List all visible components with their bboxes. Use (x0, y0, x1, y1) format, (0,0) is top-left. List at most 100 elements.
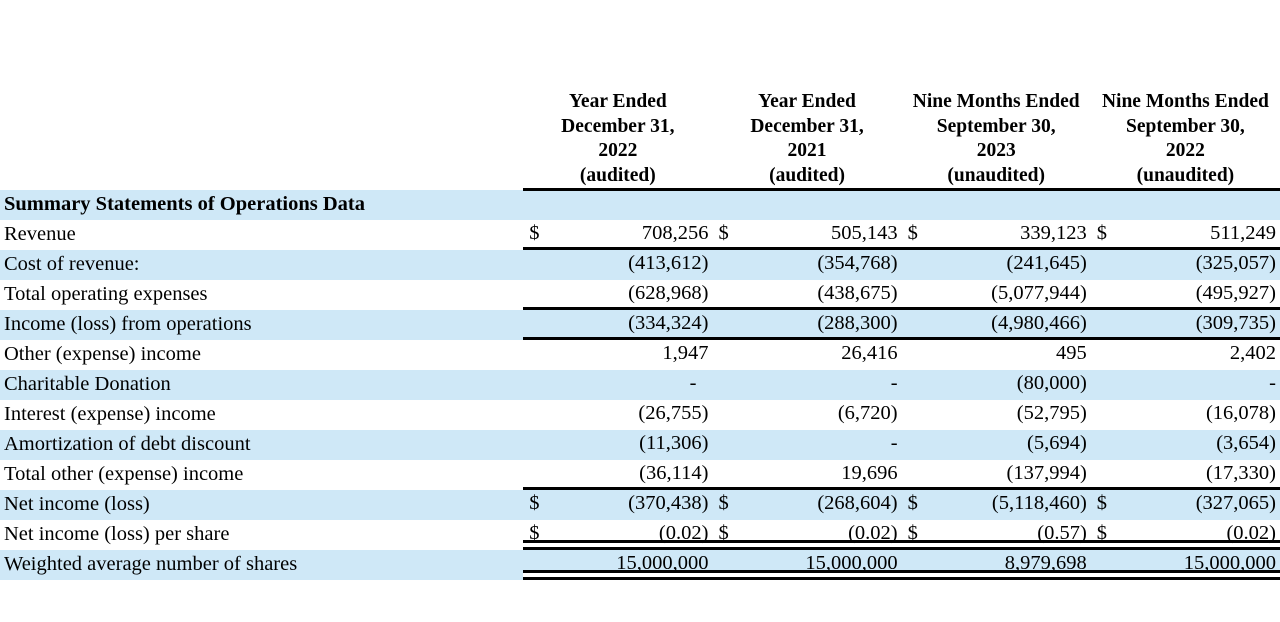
row-value: (370,438) (559, 489, 713, 520)
row-label: Charitable Donation (0, 369, 524, 400)
row-value: (26,755) (638, 402, 709, 424)
row-currency (712, 400, 748, 430)
row-value: (413,612) (559, 249, 713, 280)
row-currency (1090, 249, 1127, 280)
table-header: Year Ended December 31, 2022 (audited) Y… (0, 0, 1280, 191)
row-currency (712, 549, 749, 580)
row-value: (334,324) (559, 309, 713, 340)
row-value: (5,118,460) (937, 489, 1091, 520)
row-currency: $ (1091, 220, 1127, 250)
row-currency: $ (902, 520, 938, 550)
row-label: Cost of revenue: (0, 249, 524, 280)
row-currency (712, 340, 748, 370)
summary-operations-table: Year Ended December 31, 2022 (audited) Y… (0, 0, 1280, 580)
table-row: Income (loss) from operations (334,324) … (0, 309, 1280, 340)
section-spacer-val-3 (937, 189, 1091, 220)
row-label: Amortization of debt discount (0, 429, 524, 460)
row-value: 1,947 (662, 342, 709, 364)
row-value: (309,735) (1127, 309, 1280, 340)
row-currency (523, 460, 559, 490)
column-header-4: Nine Months Ended September 30, 2022 (un… (1090, 0, 1280, 191)
row-value: 339,123 (938, 220, 1091, 250)
row-currency (901, 369, 938, 400)
row-value: (241,645) (937, 249, 1091, 280)
row-currency (901, 429, 938, 460)
row-label: Net income (loss) (0, 489, 524, 520)
section-spacer-cur-4 (1090, 189, 1127, 220)
row-currency: $ (712, 520, 748, 550)
row-value: 495 (1056, 342, 1087, 364)
row-currency (523, 340, 559, 370)
row-value: (354,768) (748, 249, 902, 280)
row-currency (1090, 549, 1127, 580)
row-value: (268,604) (748, 489, 902, 520)
row-currency (523, 280, 559, 310)
row-value: 26,416 (841, 342, 898, 364)
row-label: Net income (loss) per share (4, 522, 230, 545)
row-currency (1091, 400, 1127, 430)
row-currency (523, 429, 560, 460)
table-row: Charitable Donation - - (80,000) - (0, 369, 1280, 400)
row-currency (901, 249, 938, 280)
row-value: 708,256 (559, 220, 712, 250)
row-value: 15,000,000 (1127, 549, 1280, 580)
row-currency (712, 460, 748, 490)
row-value: (495,927) (1127, 280, 1280, 310)
row-value: (36,114) (559, 460, 712, 490)
row-value: (0.02) (559, 520, 712, 550)
row-label: Income (loss) from operations (0, 309, 524, 340)
row-currency (523, 249, 560, 280)
row-currency (712, 280, 748, 310)
row-currency (901, 549, 938, 580)
row-value: 511,249 (1127, 220, 1280, 250)
column-header-1: Year Ended December 31, 2022 (audited) (523, 0, 713, 191)
row-currency: $ (902, 220, 938, 250)
section-title: Summary Statements of Operations Data (0, 189, 524, 220)
section-spacer-val-2 (748, 189, 902, 220)
table-row: Total operating expenses (628,968) (438,… (0, 280, 1280, 310)
row-value: (0.57) (938, 520, 1091, 550)
row-currency: $ (712, 220, 748, 250)
row-value: (327,065) (1127, 489, 1280, 520)
table-row: Amortization of debt discount (11,306) -… (0, 429, 1280, 460)
row-value: (5,077,944) (938, 280, 1091, 310)
row-value: (52,795) (1016, 402, 1087, 424)
table-row: Net income (loss) $ (370,438) $ (268,604… (0, 489, 1280, 520)
row-currency (902, 340, 938, 370)
table-row: Net income (loss) per share $ (0.02) $ (… (0, 520, 1280, 550)
row-value: 15,000,000 (559, 549, 713, 580)
row-label: Revenue (4, 222, 76, 245)
row-label: Weighted average number of shares (0, 549, 524, 580)
row-value: (137,994) (938, 460, 1091, 490)
row-currency (712, 429, 749, 460)
table-row: Weighted average number of shares 15,000… (0, 549, 1280, 580)
row-value: (3,654) (1127, 429, 1280, 460)
row-value: (11,306) (559, 429, 713, 460)
table-row-section-title: Summary Statements of Operations Data (0, 189, 1280, 220)
row-currency (1090, 309, 1127, 340)
row-currency: $ (1091, 520, 1127, 550)
section-spacer-cur-1 (523, 189, 560, 220)
row-value: (5,694) (937, 429, 1091, 460)
row-currency: $ (901, 489, 938, 520)
row-value: (4,980,466) (937, 309, 1091, 340)
row-currency: $ (523, 489, 560, 520)
row-currency: $ (523, 520, 559, 550)
table-row: Total other (expense) income (36,114) 19… (0, 460, 1280, 490)
row-value: (17,330) (1127, 460, 1280, 490)
table-row: Interest (expense) income (26,755) (6,72… (0, 400, 1280, 430)
row-currency (902, 400, 938, 430)
row-value: (288,300) (748, 309, 902, 340)
row-currency: $ (712, 489, 749, 520)
row-value: - (1127, 369, 1280, 400)
row-value: (0.02) (749, 520, 902, 550)
section-spacer-cur-2 (712, 189, 749, 220)
row-label: Other (expense) income (4, 342, 201, 365)
row-value: 19,696 (749, 460, 902, 490)
row-currency (902, 280, 938, 310)
row-currency (712, 309, 749, 340)
row-currency: $ (523, 220, 559, 250)
row-currency: $ (1090, 489, 1127, 520)
row-value: 2,402 (1229, 342, 1276, 364)
row-currency (523, 309, 560, 340)
